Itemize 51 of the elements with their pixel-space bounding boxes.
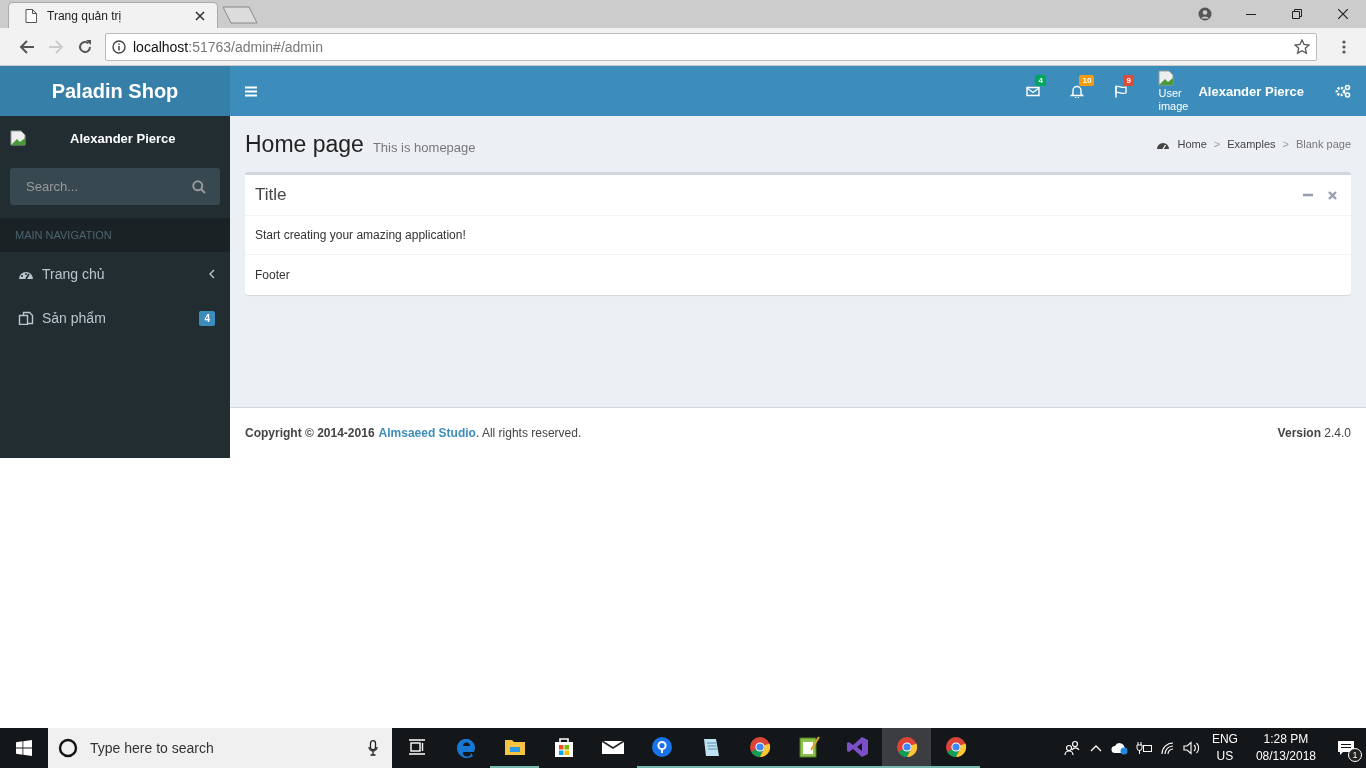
page-title: Home page [245,130,364,158]
bell-icon[interactable] [1070,84,1085,98]
copyright-text: Copyright © 2014-2016 [245,426,375,440]
image-alt-text: User image [1158,86,1190,113]
breadcrumb-current: Blank page [1295,138,1351,150]
rights-text: . All rights reserved. [475,426,582,440]
count-badge: 9 [1123,75,1134,86]
search-field[interactable]: Type here to search [48,728,392,768]
language-indicator[interactable]: ENG US [1211,731,1238,765]
microphone-icon[interactable] [368,740,378,756]
search-field[interactable]: Search... [10,168,220,205]
search-input[interactable]: Type here to search [88,739,358,757]
nav-item[interactable]: Sản phẩm 4 [0,296,230,340]
page-icon [25,8,37,23]
count-badge: 4 [1035,75,1046,86]
count-badge: 10 [1079,75,1095,86]
brand-logo[interactable]: Paladin Shop [0,66,230,116]
box-title: Title [255,185,287,205]
user-name[interactable]: Alexander Pierce [1198,83,1304,99]
search-input[interactable]: Search... [24,178,192,195]
address-bar[interactable]: localhost:51763/admin#/admin [105,32,1317,61]
broken-image-icon [10,130,26,146]
copy-icon [18,311,34,325]
close-icon[interactable] [195,10,205,21]
info-icon[interactable] [112,39,126,54]
flag-icon[interactable] [1114,84,1129,98]
chrome-icon[interactable] [882,728,931,768]
studio-link[interactable]: Almsaeed Studio [378,426,476,440]
message-icon[interactable] [1337,740,1355,756]
page-subtitle: This is homepage [372,139,476,155]
breadcrumb-link[interactable]: Home [1177,138,1207,150]
url-text: localhost:51763/admin#/admin [133,38,323,55]
version-text: Version 2.4.0 [1277,426,1351,440]
user-name: Alexander Pierce [70,130,176,146]
nav-item[interactable]: Trang chủ [0,252,230,296]
search-icon[interactable] [192,179,206,194]
breadcrumb-separator: > [1282,138,1289,150]
section-heading: MAIN NAVIGATION [15,229,112,241]
star-icon[interactable] [1294,38,1310,55]
browser-tab[interactable]: Trang quản trị [8,2,218,28]
breadcrumb-separator: > [1213,138,1221,150]
clock[interactable]: 1:28 PM 08/13/2018 [1255,731,1316,765]
cortana-icon [58,738,78,758]
breadcrumb-link[interactable]: Examples [1227,138,1276,150]
menu-icon[interactable] [245,85,257,97]
box-footer-text: Footer [254,267,291,284]
count-badge: 4 [199,310,215,326]
box-body-text: Start creating your amazing application! [245,216,1351,255]
broken-image-icon [1158,69,1175,86]
settings-icon[interactable] [1334,84,1352,98]
count-badge: 1 [1348,748,1362,762]
